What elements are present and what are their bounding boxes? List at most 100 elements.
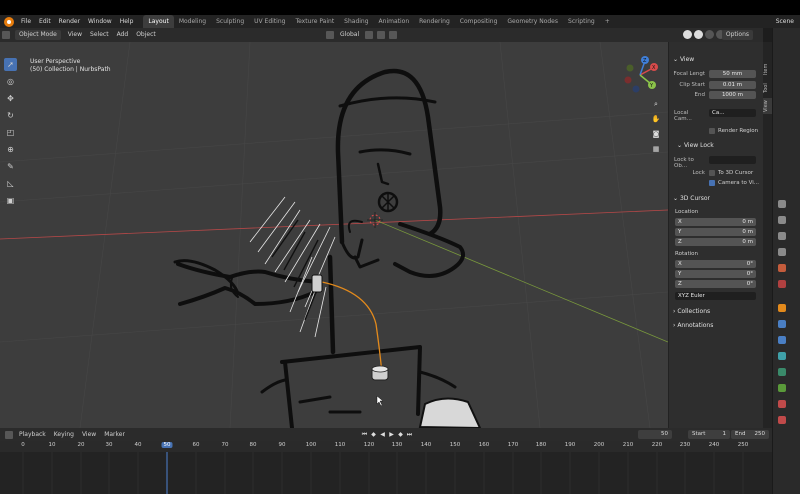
menu-file[interactable]: File — [17, 15, 35, 28]
cylinder-object-start[interactable] — [311, 274, 323, 293]
local-camera-field[interactable]: Ca... — [709, 109, 756, 117]
material-props-icon[interactable] — [778, 400, 786, 408]
rotation-mode-dropdown[interactable]: XYZ Euler — [675, 292, 756, 300]
jump-end-icon[interactable]: ⏭ — [405, 430, 414, 439]
next-keyframe-icon[interactable]: ◆ — [396, 430, 405, 439]
3d-cursor-section-header[interactable]: ⌄ 3D Cursor — [673, 195, 710, 202]
render-props-icon[interactable] — [778, 216, 786, 224]
menu-edit[interactable]: Edit — [35, 15, 55, 28]
focal-length-field[interactable]: 50 mm — [709, 70, 756, 78]
tab-compositing[interactable]: Compositing — [455, 15, 503, 28]
play-icon[interactable]: ▶ — [387, 430, 396, 439]
transform-orientation-dropdown[interactable]: Global — [336, 28, 363, 42]
menu-help[interactable]: Help — [116, 15, 138, 28]
tab-modeling[interactable]: Modeling — [174, 15, 211, 28]
move-tool-icon[interactable]: ✥ — [4, 92, 17, 105]
cursor-tool-icon[interactable]: ◎ — [4, 75, 17, 88]
cursor-rotation-z[interactable]: Z 0° — [675, 280, 756, 288]
timeline-body[interactable] — [0, 452, 772, 494]
jump-start-icon[interactable]: ⏮ — [360, 430, 369, 439]
output-props-icon[interactable] — [778, 232, 786, 240]
tab-shading[interactable]: Shading — [339, 15, 373, 28]
menu-render[interactable]: Render — [55, 15, 84, 28]
timeline-ruler[interactable]: 0 10 20 30 40 50 60 70 80 90 100 110 120… — [0, 441, 772, 452]
menu-keying[interactable]: Keying — [50, 428, 78, 442]
menu-select[interactable]: Select — [86, 28, 113, 42]
sidebar-tab-tool[interactable]: Tool — [763, 80, 772, 96]
ortho-grid-icon[interactable]: ▦ — [650, 143, 662, 155]
3d-cursor-icon[interactable] — [367, 212, 383, 228]
current-frame-marker[interactable]: 50 — [161, 442, 173, 448]
pan-hand-icon[interactable]: ✋ — [650, 113, 662, 125]
sidebar-tab-item[interactable]: Item — [763, 60, 772, 78]
constraints-props-icon[interactable] — [778, 368, 786, 376]
camera-view-icon[interactable]: ◙ — [650, 128, 662, 140]
solid-shading-icon[interactable] — [694, 30, 703, 39]
menu-window[interactable]: Window — [84, 15, 116, 28]
menu-add[interactable]: Add — [113, 28, 133, 42]
lock-to-object-field[interactable] — [709, 156, 756, 164]
view-lock-section-header[interactable]: ⌄ View Lock — [677, 142, 714, 149]
cursor-rotation-x[interactable]: X 0° — [675, 260, 756, 268]
scale-tool-icon[interactable]: ◰ — [4, 126, 17, 139]
render-region-checkbox[interactable] — [709, 128, 715, 134]
object-props-icon[interactable] — [778, 304, 786, 312]
tab-sculpting[interactable]: Sculpting — [211, 15, 249, 28]
tab-texture-paint[interactable]: Texture Paint — [290, 15, 339, 28]
texture-props-icon[interactable] — [778, 416, 786, 424]
blender-logo-icon[interactable] — [4, 16, 14, 27]
tab-layout[interactable]: Layout — [143, 15, 174, 28]
play-reverse-icon[interactable]: ◀ — [378, 430, 387, 439]
collections-section-header[interactable]: › Collections — [673, 308, 710, 315]
menu-view[interactable]: View — [64, 28, 86, 42]
measure-tool-icon[interactable]: ◺ — [4, 177, 17, 190]
add-workspace-button[interactable]: + — [600, 15, 615, 28]
annotations-section-header[interactable]: › Annotations — [673, 322, 713, 329]
cursor-location-z[interactable]: Z0 m — [675, 238, 756, 246]
menu-playback[interactable]: Playback — [15, 428, 50, 442]
tab-rendering[interactable]: Rendering — [414, 15, 455, 28]
proportional-edit-icon[interactable] — [389, 31, 398, 39]
cursor-location-x[interactable]: X0 m — [675, 218, 756, 226]
to-3d-cursor-checkbox[interactable] — [709, 170, 715, 176]
sidebar-tab-view[interactable]: View — [763, 98, 772, 114]
view-section-header[interactable]: ⌄ View — [673, 56, 694, 63]
material-shading-icon[interactable] — [705, 30, 714, 39]
cylinder-object-end[interactable] — [371, 365, 389, 381]
options-dropdown[interactable]: Options — [721, 30, 753, 40]
timeline-editor-type-icon[interactable] — [5, 430, 13, 439]
tab-animation[interactable]: Animation — [374, 15, 415, 28]
snap-icon[interactable] — [377, 31, 386, 39]
particles-props-icon[interactable] — [778, 336, 786, 344]
current-frame-field[interactable]: 50 — [638, 430, 672, 439]
clip-end-field[interactable]: 1000 m — [709, 91, 756, 99]
scene-selector[interactable]: Scene — [776, 15, 794, 28]
data-props-icon[interactable] — [778, 384, 786, 392]
cursor-location-y[interactable]: Y0 m — [675, 228, 756, 236]
3d-viewport[interactable]: X Y Z User Perspective (50) Collection |… — [0, 42, 668, 428]
transform-tool-icon[interactable]: ⊕ — [4, 143, 17, 156]
world-props-icon[interactable] — [778, 280, 786, 288]
modifier-props-icon[interactable] — [778, 320, 786, 328]
menu-timeline-view[interactable]: View — [78, 428, 100, 442]
clip-start-field[interactable]: 0.01 m — [709, 81, 756, 89]
navigation-gizmo[interactable]: X Y Z — [624, 56, 659, 93]
editor-type-icon[interactable] — [2, 31, 10, 39]
select-box-tool-icon[interactable]: ➚ — [4, 58, 17, 71]
object-mode-dropdown[interactable]: Object Mode — [15, 30, 61, 40]
tab-uv-editing[interactable]: UV Editing — [249, 15, 290, 28]
camera-to-view-checkbox[interactable] — [709, 180, 715, 186]
physics-props-icon[interactable] — [778, 352, 786, 360]
tab-geometry-nodes[interactable]: Geometry Nodes — [502, 15, 563, 28]
menu-object[interactable]: Object — [132, 28, 160, 42]
wireframe-shading-icon[interactable] — [683, 30, 692, 39]
prev-keyframe-icon[interactable]: ◆ — [369, 430, 378, 439]
start-frame-field[interactable]: Start 1 — [688, 430, 730, 439]
tool-props-icon[interactable] — [778, 200, 786, 208]
view-layer-props-icon[interactable] — [778, 248, 786, 256]
annotate-tool-icon[interactable]: ✎ — [4, 160, 17, 173]
tab-scripting[interactable]: Scripting — [563, 15, 600, 28]
pivot-icon[interactable] — [365, 31, 374, 39]
cursor-rotation-y[interactable]: Y 0° — [675, 270, 756, 278]
menu-marker[interactable]: Marker — [100, 428, 129, 442]
